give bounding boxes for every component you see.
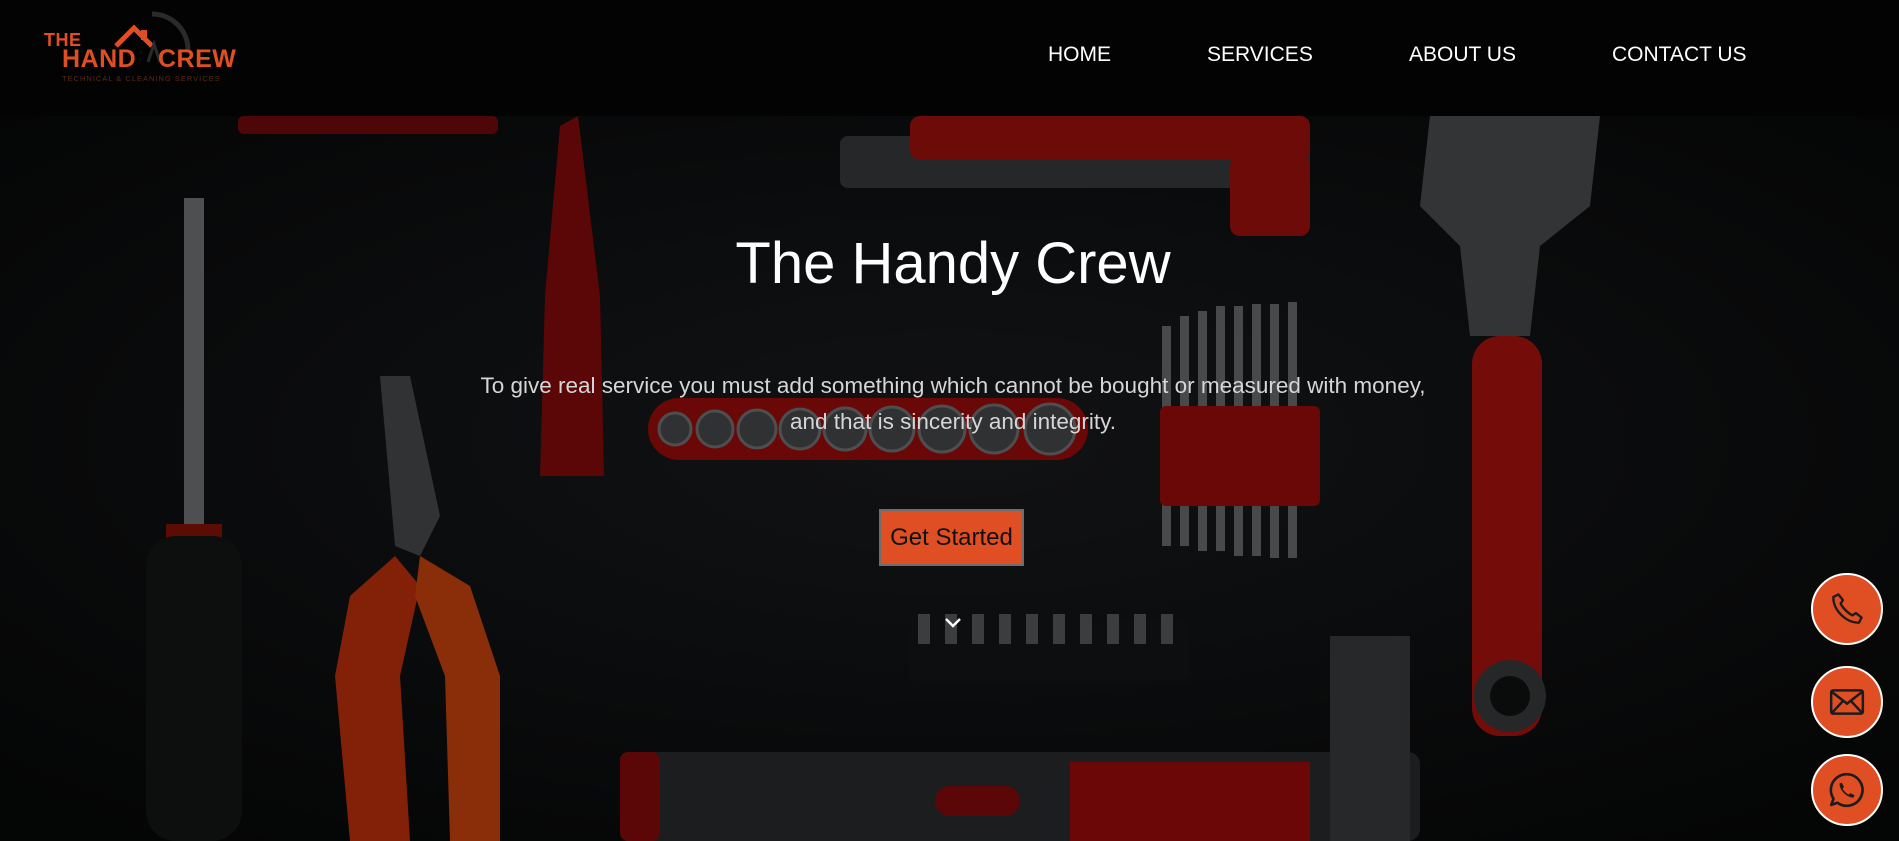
hero-section: The Handy Crew To give real service you …	[0, 116, 1899, 841]
brand-logo[interactable]: THE HAND CREW TECHNICAL & CLEANING SERVI…	[40, 4, 240, 88]
mail-icon	[1829, 689, 1865, 715]
whatsapp-icon	[1829, 772, 1864, 808]
site-header: THE HAND CREW TECHNICAL & CLEANING SERVI…	[0, 0, 1899, 116]
nav-home[interactable]: HOME	[1048, 43, 1111, 67]
phone-icon	[1832, 593, 1863, 624]
email-button[interactable]	[1811, 666, 1883, 738]
hero-overlay	[0, 116, 1899, 841]
hero-subtitle: To give real service you must add someth…	[480, 373, 1426, 434]
hero-title: The Handy Crew	[735, 231, 1171, 296]
logo-word-crew: CREW	[158, 45, 237, 73]
get-started-button[interactable]: Get Started	[879, 509, 1024, 566]
whatsapp-button[interactable]	[1811, 754, 1883, 826]
nav-about-us[interactable]: ABOUT US	[1409, 43, 1516, 67]
logo-word-handy: HAND	[62, 45, 137, 73]
call-button[interactable]	[1811, 573, 1883, 645]
logo-tagline: TECHNICAL & CLEANING SERVICES	[62, 74, 221, 83]
nav-services[interactable]: SERVICES	[1207, 43, 1313, 67]
chevron-down-icon[interactable]	[943, 616, 963, 630]
nav-contact-us[interactable]: CONTACT US	[1612, 43, 1747, 67]
